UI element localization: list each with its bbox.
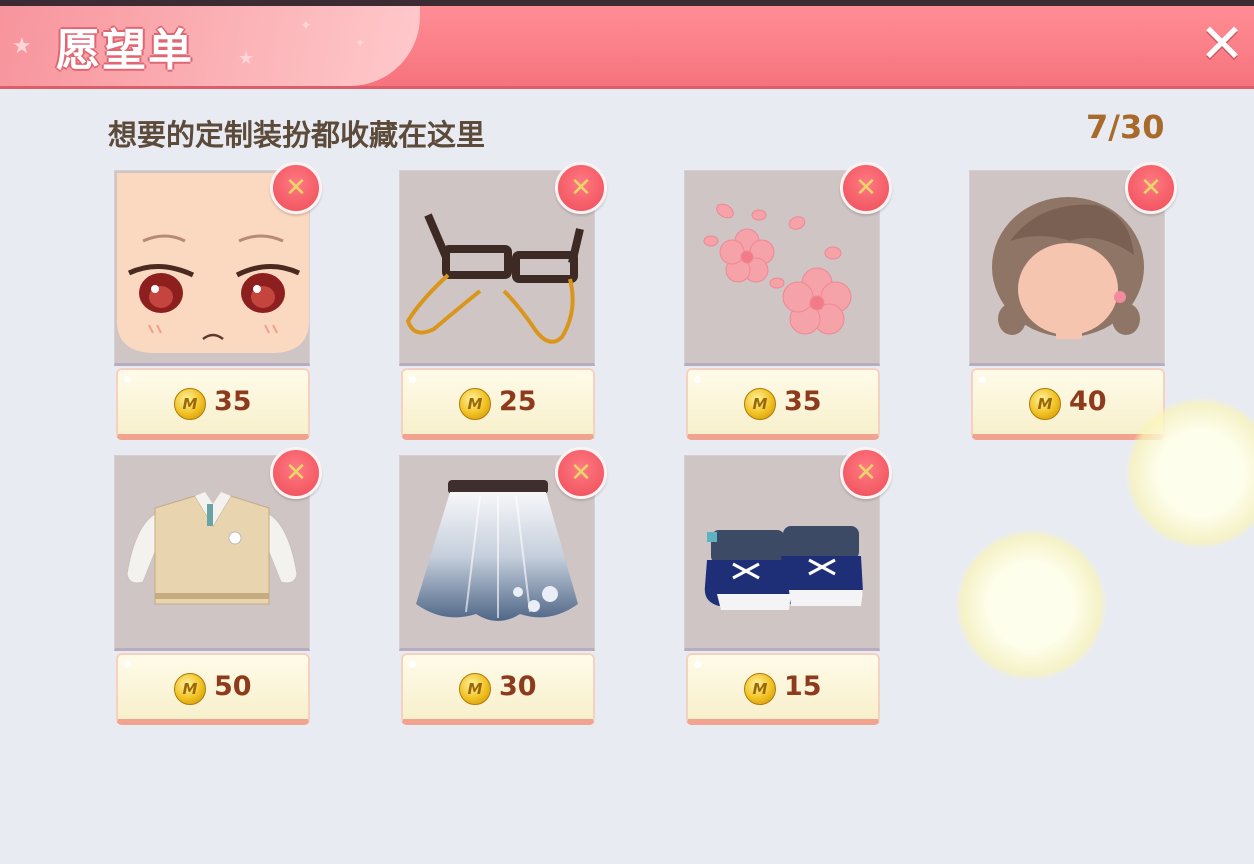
close-icon[interactable]: ✕ <box>1196 17 1248 71</box>
wishlist-item[interactable]: ✕ M 25 <box>399 162 607 442</box>
price-tag[interactable]: M 15 <box>686 653 880 725</box>
star-decor-icon: ★ <box>238 48 255 69</box>
price-tag[interactable]: M 40 <box>971 368 1165 440</box>
price-value: 40 <box>1069 386 1107 417</box>
remove-icon[interactable]: ✕ <box>270 447 322 499</box>
price-value: 35 <box>214 386 252 417</box>
wishlist-count: 7/30 <box>1086 108 1165 146</box>
remove-icon[interactable]: ✕ <box>555 162 607 214</box>
wishlist-item[interactable]: ✕ M 30 <box>399 447 607 727</box>
wishlist-item[interactable]: ✕ M 15 <box>684 447 892 727</box>
price-tag[interactable]: M 35 <box>686 368 880 440</box>
remove-icon[interactable]: ✕ <box>840 447 892 499</box>
price-value: 50 <box>214 671 252 702</box>
price-value: 15 <box>784 671 822 702</box>
coin-icon: M <box>1029 388 1061 420</box>
coin-icon: M <box>744 673 776 705</box>
price-value: 25 <box>499 386 537 417</box>
remove-icon[interactable]: ✕ <box>270 162 322 214</box>
price-tag[interactable]: M 35 <box>116 368 310 440</box>
price-tag[interactable]: M 25 <box>401 368 595 440</box>
remove-icon[interactable]: ✕ <box>1125 162 1177 214</box>
wishlist-item[interactable]: ✕ M 35 <box>684 162 892 442</box>
wishlist-item[interactable]: ✕ M 40 <box>969 162 1177 442</box>
star-decor-icon: ★ <box>12 34 32 59</box>
light-glow-decor <box>956 530 1106 680</box>
page-title: 愿望单 <box>56 25 194 76</box>
wishlist-item[interactable]: ✕ M 50 <box>114 447 322 727</box>
star-decor-icon: ✦ <box>300 18 312 34</box>
price-tag[interactable]: M 50 <box>116 653 310 725</box>
subtitle: 想要的定制装扮都收藏在这里 <box>108 118 486 152</box>
price-value: 35 <box>784 386 822 417</box>
coin-icon: M <box>174 673 206 705</box>
star-decor-icon: ✦ <box>355 36 366 50</box>
coin-icon: M <box>459 388 491 420</box>
price-tag[interactable]: M 30 <box>401 653 595 725</box>
remove-icon[interactable]: ✕ <box>555 447 607 499</box>
price-value: 30 <box>499 671 537 702</box>
coin-icon: M <box>459 673 491 705</box>
wishlist-item[interactable]: ✕ M 35 <box>114 162 322 442</box>
remove-icon[interactable]: ✕ <box>840 162 892 214</box>
coin-icon: M <box>174 388 206 420</box>
coin-icon: M <box>744 388 776 420</box>
